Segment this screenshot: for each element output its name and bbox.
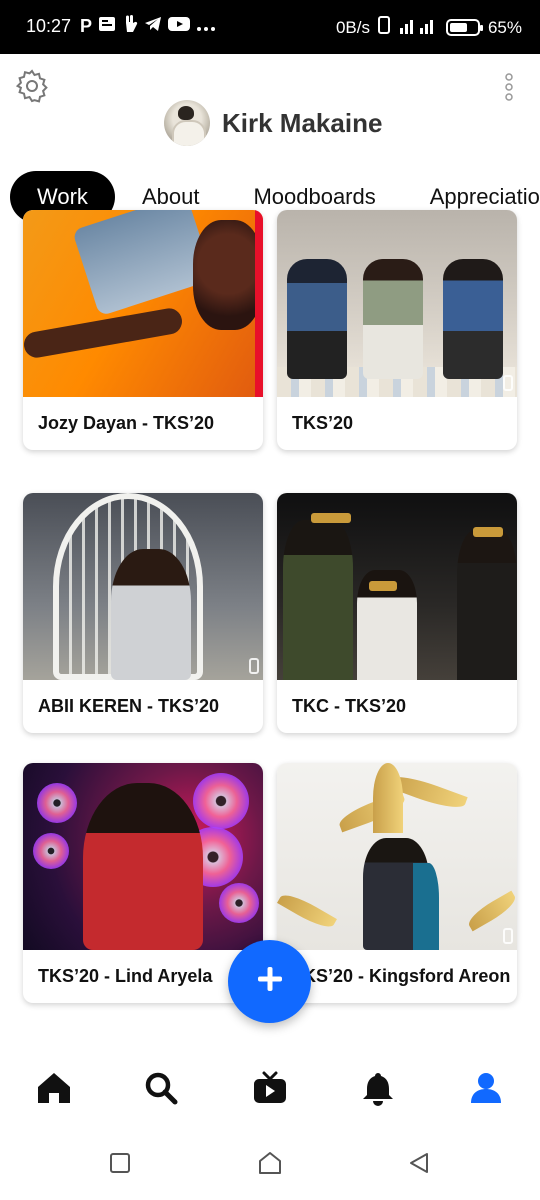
profile-icon <box>469 1071 503 1110</box>
status-notification-icons: P <box>80 15 216 38</box>
bottom-nav <box>0 1050 540 1130</box>
project-title: ABII KEREN - TKS’20 <box>38 696 220 716</box>
home-outline-icon <box>257 1150 283 1181</box>
tv-icon <box>252 1070 288 1111</box>
youtube-icon <box>168 16 191 37</box>
project-title: TKC - TKS’20 <box>292 696 407 716</box>
project-title: TKS’20 - Lind Aryela <box>38 966 213 986</box>
recents-button[interactable] <box>107 1152 133 1178</box>
net-speed: 0B/s <box>335 17 370 37</box>
status-right: 0B/s 65% <box>336 16 522 39</box>
bell-icon <box>361 1070 395 1111</box>
hand-icon <box>122 15 138 38</box>
project-thumbnail <box>277 493 517 680</box>
p-icon: P <box>80 16 93 36</box>
telegram-icon <box>144 16 162 37</box>
search-icon <box>143 1070 179 1111</box>
status-time: 10:27 <box>26 16 72 36</box>
plus-icon <box>256 965 284 998</box>
avatar[interactable] <box>164 100 210 146</box>
nav-notifications[interactable] <box>356 1068 400 1112</box>
status-bar: 10:27 P 0B/s 65% <box>0 0 540 54</box>
nav-profile[interactable] <box>464 1068 508 1112</box>
add-project-button[interactable] <box>228 940 311 1023</box>
settings-gear-icon[interactable] <box>14 68 50 104</box>
sim-icon <box>377 16 390 39</box>
project-title: Jozy Dayan - TKS’20 <box>38 413 215 433</box>
project-card[interactable]: TKC - TKS’20 <box>277 493 517 733</box>
project-thumbnail <box>277 210 517 397</box>
home-system-button[interactable] <box>257 1150 283 1181</box>
nav-live[interactable] <box>248 1068 292 1112</box>
back-button[interactable] <box>406 1152 432 1178</box>
project-thumbnail <box>23 493 263 680</box>
battery-percent: 65% <box>487 17 522 37</box>
project-card[interactable]: TKS’20 <box>277 210 517 450</box>
battery-icon <box>445 19 483 36</box>
profile-header: Kirk Makaine <box>164 100 382 146</box>
project-thumbnail <box>23 763 263 950</box>
nav-home[interactable] <box>32 1068 76 1112</box>
back-triangle-icon <box>407 1151 431 1180</box>
project-card[interactable]: TKS’20 - Lind Aryela <box>23 763 263 1003</box>
system-nav-bar <box>0 1130 540 1200</box>
home-icon <box>36 1071 72 1110</box>
nav-search[interactable] <box>139 1068 183 1112</box>
project-title: TKS’20 <box>292 413 354 433</box>
project-card[interactable]: ABII KEREN - TKS’20 <box>23 493 263 733</box>
square-icon <box>108 1151 132 1180</box>
signal-icon <box>398 16 438 39</box>
project-thumbnail <box>277 763 517 950</box>
project-thumbnail <box>23 210 263 397</box>
project-card[interactable]: Jozy Dayan - TKS’20 <box>23 210 263 450</box>
profile-name: Kirk Makaine <box>222 107 383 138</box>
more-dots-icon <box>196 16 216 37</box>
project-card[interactable]: TKS’20 - Kingsford Areon <box>277 763 517 1003</box>
more-options-icon[interactable] <box>504 72 514 102</box>
project-title: TKS’20 - Kingsford Areon <box>292 966 511 986</box>
news-icon <box>98 15 116 38</box>
